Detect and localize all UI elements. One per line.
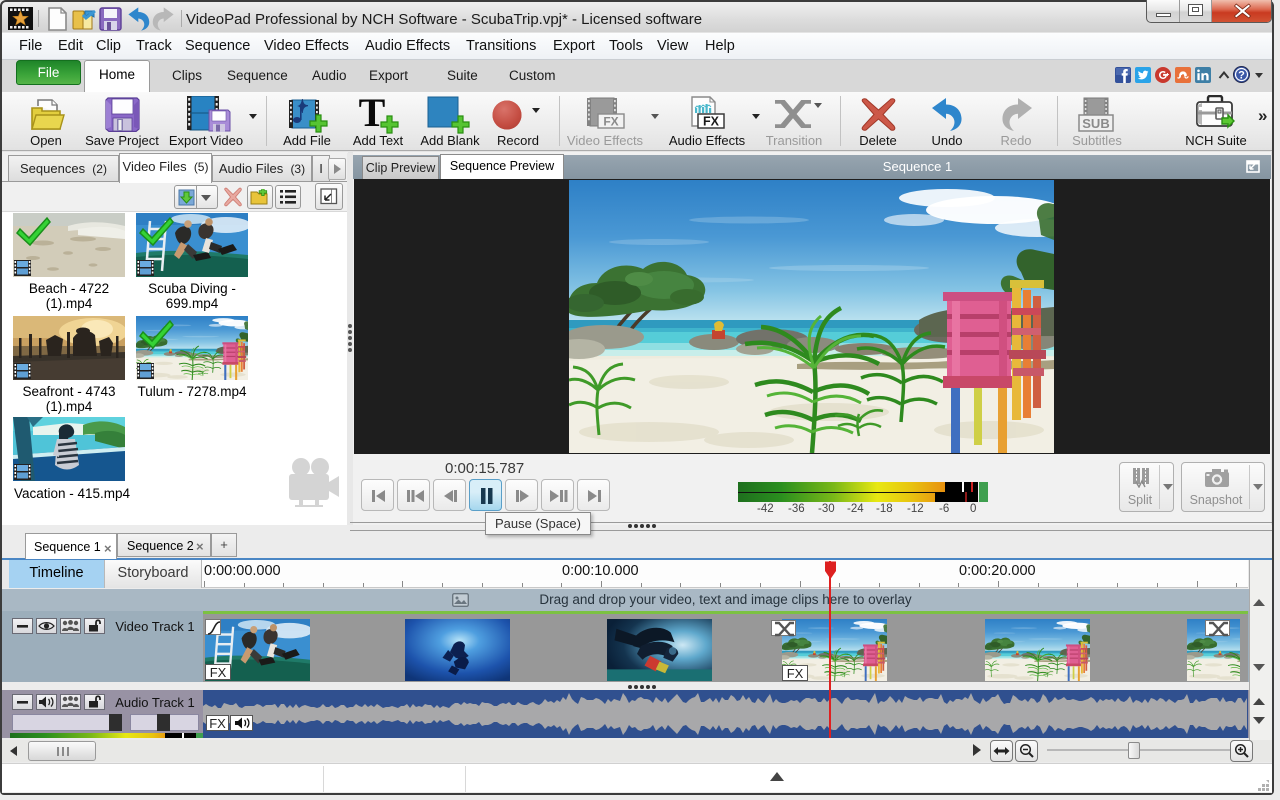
svg-text:FX: FX <box>603 115 618 129</box>
svg-text:FX: FX <box>703 115 720 129</box>
svg-text:?: ? <box>1238 69 1245 81</box>
svg-text:SUB: SUB <box>1082 116 1109 131</box>
svg-text:T: T <box>359 96 386 134</box>
